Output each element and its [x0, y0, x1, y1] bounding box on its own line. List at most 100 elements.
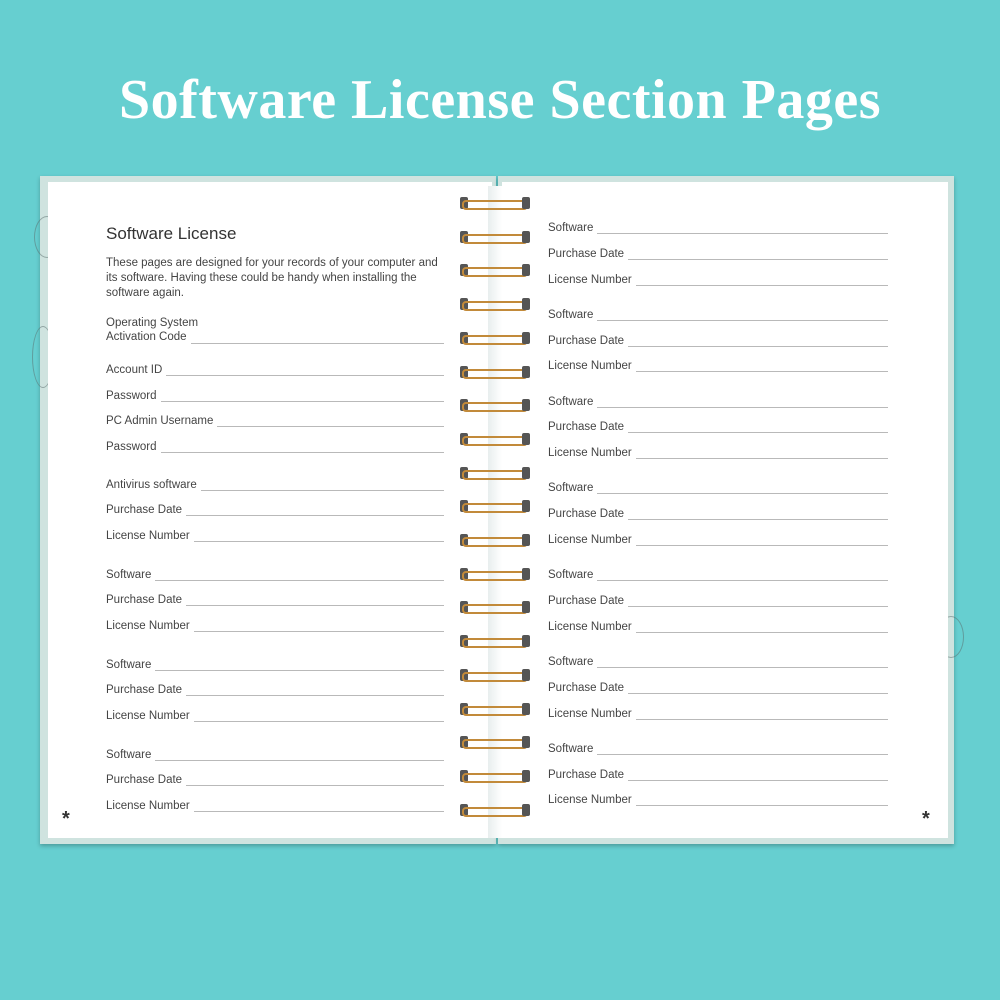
form-field[interactable]: Software [548, 305, 888, 321]
form-field[interactable]: Purchase Date [548, 765, 888, 781]
form-field[interactable]: License Number [548, 530, 888, 546]
field-line [597, 308, 888, 321]
field-line [628, 768, 888, 781]
form-field[interactable]: Software [548, 478, 888, 494]
punch-hole [522, 433, 530, 445]
spiral-ring [460, 196, 530, 210]
page-title: Software License [106, 224, 237, 243]
form-field[interactable]: PC Admin Username [106, 411, 444, 427]
form-field[interactable]: Purchase Date [106, 590, 444, 606]
field-line [635, 620, 888, 633]
field-line [628, 420, 888, 433]
field-line [160, 440, 444, 453]
form-field[interactable]: License Number [548, 704, 888, 720]
form-field[interactable]: Purchase Date [548, 504, 888, 520]
spiral-ring [460, 297, 530, 311]
field-line [635, 793, 888, 806]
form-field[interactable]: Software [548, 652, 888, 668]
spiral-wire [462, 773, 528, 783]
spiral-wire [462, 301, 528, 311]
form-field[interactable]: License Number [106, 796, 444, 812]
spiral-ring [460, 432, 530, 446]
form-field[interactable]: Purchase Date [548, 678, 888, 694]
form-field[interactable]: Software [548, 565, 888, 581]
form-field[interactable]: Software [548, 392, 888, 408]
form-field[interactable]: Purchase Date [548, 591, 888, 607]
punch-hole [522, 366, 530, 378]
spiral-wire [462, 571, 528, 581]
form-field[interactable]: Software [548, 739, 888, 755]
field-line [160, 389, 444, 402]
field-label: Account ID [106, 364, 163, 376]
field-label: Software [548, 482, 594, 494]
field-label: License Number [548, 447, 632, 459]
field-label: Purchase Date [548, 682, 625, 694]
spiral-wire [462, 638, 528, 648]
punch-hole [522, 298, 530, 310]
field-label: License Number [548, 621, 632, 633]
form-field[interactable]: License Number [106, 526, 444, 542]
field-label: License Number [106, 710, 190, 722]
intro-text: These pages are designed for your record… [106, 257, 438, 299]
form-field[interactable]: License Number [548, 617, 888, 633]
form-field[interactable]: Purchase Date [548, 331, 888, 347]
form-field[interactable]: Password [106, 437, 444, 453]
form-field[interactable]: Purchase Date [106, 680, 444, 696]
field-label: PC Admin Username [106, 415, 214, 427]
spiral-ring [460, 702, 530, 716]
punch-hole [522, 500, 530, 512]
field-label: License Number [106, 620, 190, 632]
form-field[interactable]: Software [106, 745, 444, 761]
spiral-wire [462, 402, 528, 412]
punch-hole [522, 534, 530, 546]
spiral-wire [462, 807, 528, 817]
field-label: Software [548, 309, 594, 321]
spiral-ring [460, 365, 530, 379]
form-field[interactable]: Software [106, 565, 444, 581]
field-label: License Number [548, 708, 632, 720]
form-field[interactable]: License Number [548, 356, 888, 372]
form-field[interactable]: License Number [548, 443, 888, 459]
form-field[interactable]: Purchase Date [106, 770, 444, 786]
field-line [186, 593, 444, 606]
form-field[interactable]: Software [106, 655, 444, 671]
form-field[interactable]: License Number [106, 706, 444, 722]
os-activation-label: Operating System Activation Code [106, 316, 444, 344]
spiral-ring [460, 230, 530, 244]
punch-hole [522, 197, 530, 209]
activation-code-field[interactable]: Activation Code [106, 330, 444, 344]
spiral-ring [460, 600, 530, 614]
field-line [635, 359, 888, 372]
field-label: License Number [548, 794, 632, 806]
spiral-wire [462, 739, 528, 749]
field-label: Software [106, 569, 152, 581]
field-label: Software [106, 749, 152, 761]
form-field[interactable]: Purchase Date [548, 417, 888, 433]
spiral-ring [460, 735, 530, 749]
field-label: Software [548, 396, 594, 408]
field-line [186, 683, 444, 696]
form-field[interactable]: Password [106, 386, 444, 402]
form-field[interactable]: License Number [106, 616, 444, 632]
form-field[interactable]: Software [548, 218, 888, 234]
field-line [190, 331, 444, 344]
form-field[interactable]: Purchase Date [106, 500, 444, 516]
field-line [635, 446, 888, 459]
form-field[interactable]: Account ID [106, 360, 444, 376]
form-field[interactable]: Purchase Date [548, 244, 888, 260]
punch-hole [522, 601, 530, 613]
field-label: Purchase Date [106, 684, 183, 696]
punch-hole [522, 399, 530, 411]
punch-hole [522, 703, 530, 715]
field-label: Purchase Date [548, 335, 625, 347]
field-line [217, 414, 444, 427]
form-field[interactable]: License Number [548, 270, 888, 286]
punch-hole [522, 467, 530, 479]
spiral-ring [460, 533, 530, 547]
spiral-wire [462, 672, 528, 682]
form-field[interactable]: License Number [548, 790, 888, 806]
form-field[interactable]: Antivirus software [106, 475, 444, 491]
os-label-line1: Operating System [106, 317, 199, 329]
spiral-wire [462, 470, 528, 480]
field-label: Software [548, 656, 594, 668]
